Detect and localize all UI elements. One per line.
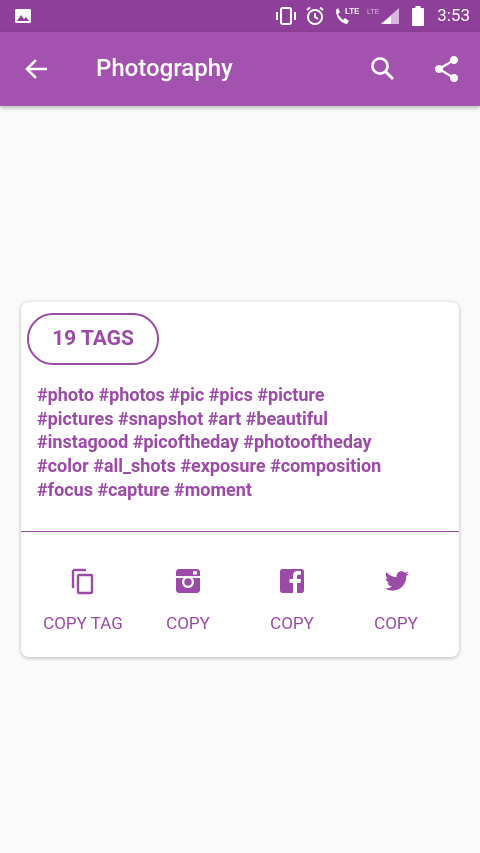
copy-twitter-label: COPY xyxy=(374,614,418,634)
clock-time: 3:53 xyxy=(437,6,470,26)
instagram-icon xyxy=(176,569,200,593)
copy-facebook-button[interactable]: COPY xyxy=(240,564,344,644)
svg-text:LTE: LTE xyxy=(345,7,359,16)
back-arrow-icon[interactable] xyxy=(22,54,52,84)
twitter-icon xyxy=(384,571,409,591)
battery-icon xyxy=(412,6,425,26)
copy-actions: COPY TAG COPY COPY COPY xyxy=(21,564,459,644)
hashtags-line: #photo #photos #pic #pics #picture xyxy=(37,385,325,406)
tag-count-badge: 19 TAGS xyxy=(27,313,159,365)
status-bar: LTE LTE 3:53 xyxy=(0,0,480,32)
vibrate-icon xyxy=(276,7,297,25)
search-icon[interactable] xyxy=(368,54,398,84)
copy-tag-label: COPY TAG xyxy=(43,614,123,634)
volte-icon: LTE xyxy=(336,7,359,24)
hashtags-line: #instagood #picoftheday #photooftheday xyxy=(37,432,372,454)
divider xyxy=(21,531,459,532)
hashtag-card: 19 TAGS #photo #photos #pic #pics #pictu… xyxy=(21,302,459,657)
svg-text:LTE: LTE xyxy=(367,9,380,16)
copy-facebook-label: COPY xyxy=(270,614,314,634)
hashtags-text: #photo #photos #pic #pics #picture #pict… xyxy=(37,384,447,503)
facebook-icon xyxy=(280,569,304,593)
image-icon xyxy=(15,9,31,23)
hashtags-line: #pictures #snapshot #art #beautiful xyxy=(37,408,329,430)
hashtags-line: #color #all_shots #exposure #composition xyxy=(37,456,382,478)
share-icon[interactable] xyxy=(432,54,462,84)
copy-instagram-button[interactable]: COPY xyxy=(136,564,240,644)
status-icons: LTE LTE 3:53 xyxy=(275,0,470,32)
copy-instagram-label: COPY xyxy=(166,614,210,634)
copy-tag-button[interactable]: COPY TAG xyxy=(31,564,135,644)
lte-signal-icon: LTE xyxy=(367,8,400,24)
copy-icon xyxy=(71,568,94,595)
copy-twitter-button[interactable]: COPY xyxy=(344,564,448,644)
page-title: Photography xyxy=(96,54,233,82)
hashtags-line: #focus #capture #moment xyxy=(37,479,252,501)
alarm-icon xyxy=(306,6,324,25)
app-bar: Photography xyxy=(0,32,480,106)
